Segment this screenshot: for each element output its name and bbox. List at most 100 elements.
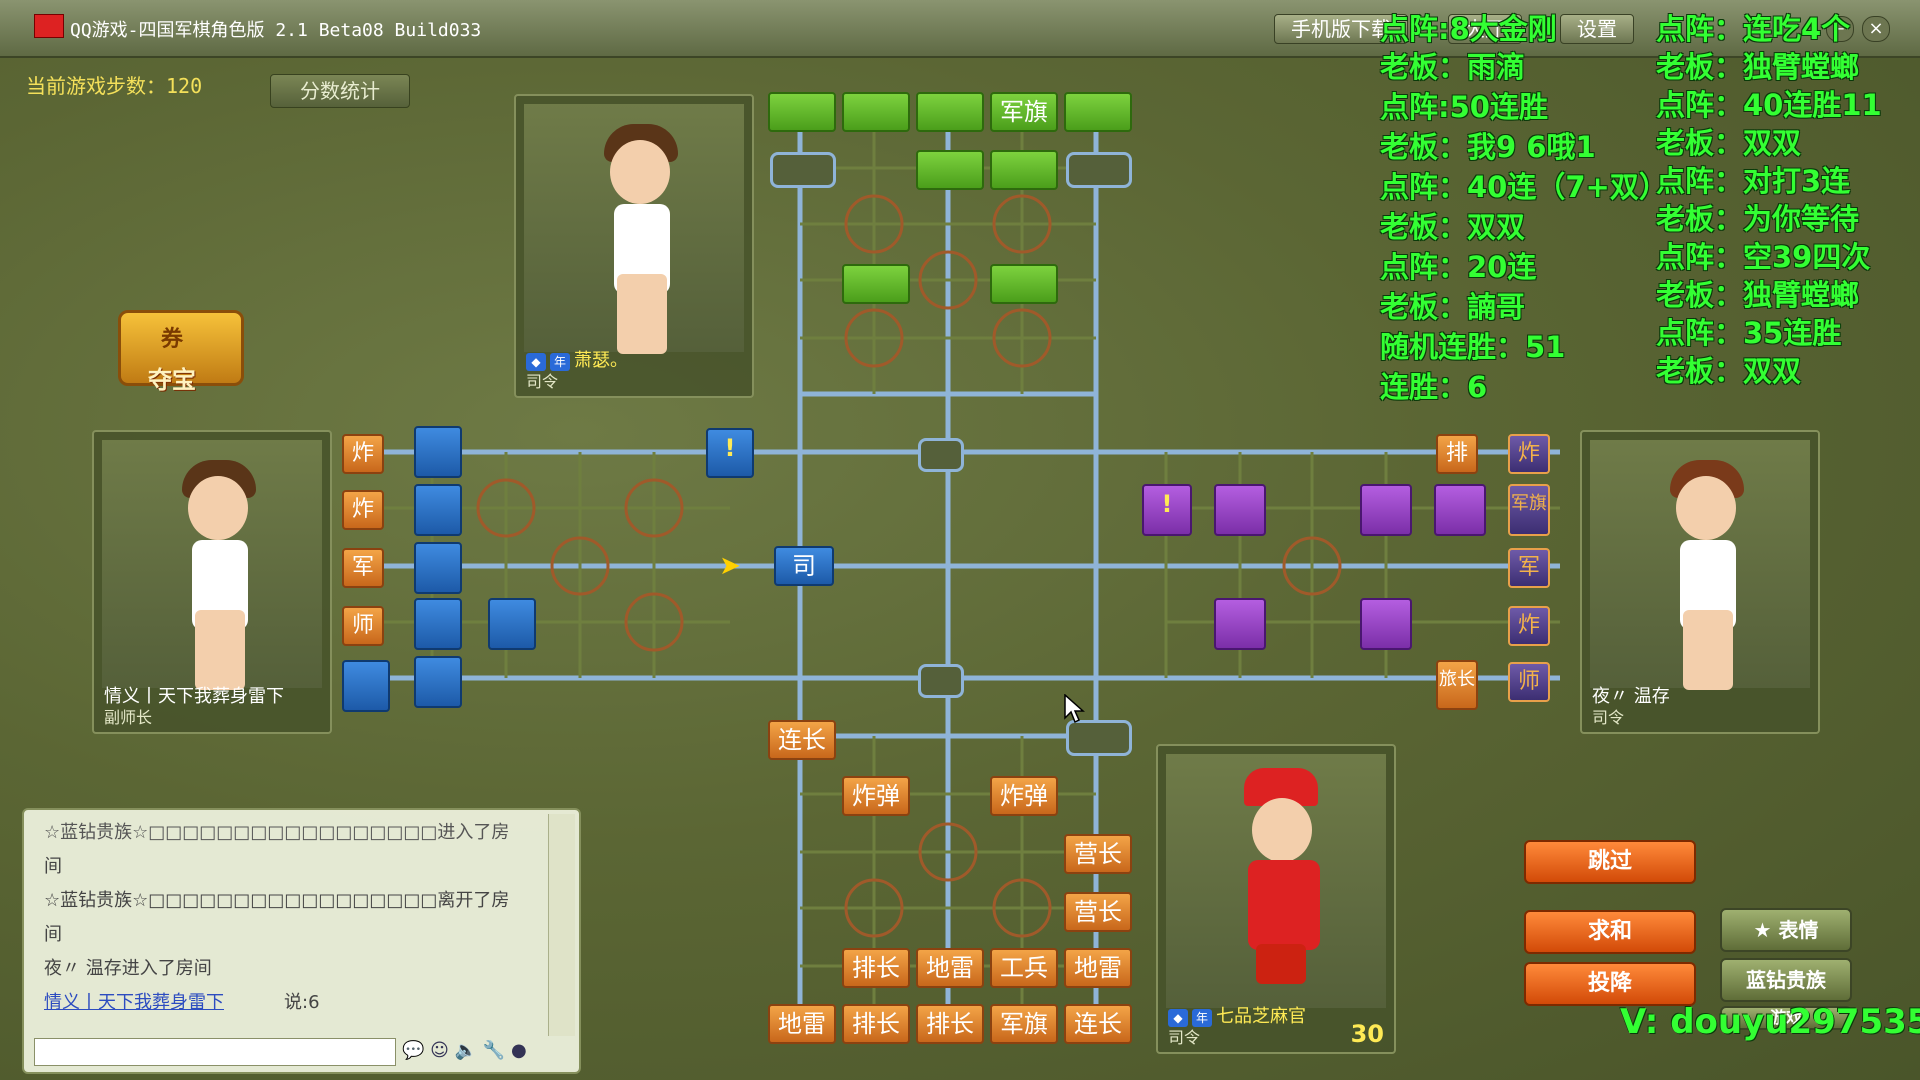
piece-left-revealed[interactable]: 师 <box>342 606 384 646</box>
qq-icon[interactable]: ● <box>511 1040 527 1061</box>
piece-right-purple[interactable] <box>1360 484 1412 536</box>
overlay-line: 老板：雨滴 <box>1380 50 1526 84</box>
game-window: QQ游戏-四国军棋角色版 2.1 Beta08 Build033 手机版下载 大… <box>0 0 1920 1080</box>
chat-input[interactable] <box>34 1038 396 1066</box>
board-slot[interactable] <box>770 152 836 188</box>
piece-right-side[interactable]: 军旗 <box>1508 484 1550 536</box>
piece-top-green[interactable] <box>768 92 836 132</box>
piece-left-blue[interactable] <box>414 426 462 478</box>
move-arrow-icon: ➤ <box>719 551 741 581</box>
chat-line: ☆蓝钻贵族☆□□□□□□□□□□□□□□□□□进入了房 <box>44 822 510 843</box>
piece-bottom[interactable]: 排长 <box>842 1004 910 1044</box>
piece-right-purple[interactable] <box>1360 598 1412 650</box>
piece-right-revealed[interactable]: 旅长 <box>1436 660 1478 710</box>
overlay-line: 点阵：对打3连 <box>1656 164 1851 198</box>
chat-scrollbar[interactable] <box>548 814 575 1036</box>
skip-button[interactable]: 跳过 <box>1524 840 1696 884</box>
overlay-line: 点阵:8大金刚 <box>1380 12 1557 46</box>
piece-left-blue[interactable] <box>414 598 462 650</box>
blue-diamond-button[interactable]: 蓝钻贵族 <box>1720 958 1852 1002</box>
overlay-line: 老板：諵哥 <box>1380 290 1526 324</box>
chat-line: 间 <box>44 924 62 945</box>
piece-top-green[interactable] <box>842 264 910 304</box>
piece-bottom[interactable]: 炸弹 <box>842 776 910 816</box>
emote-label: 表情 <box>1778 918 1819 942</box>
chat-line: 夜〃 温存进入了房间 <box>44 958 212 979</box>
piece-bottom[interactable]: 营长 <box>1064 834 1132 874</box>
overlay-line: 老板：双双 <box>1380 210 1526 244</box>
piece-bottom[interactable]: 连长 <box>768 720 836 760</box>
piece-bottom[interactable]: 炸弹 <box>990 776 1058 816</box>
overlay-line: 老板：为你等待 <box>1656 202 1860 236</box>
overlay-line: 连胜：6 <box>1380 370 1488 404</box>
chat-panel: ☆蓝钻贵族☆□□□□□□□□□□□□□□□□□进入了房 间 ☆蓝钻贵族☆□□□□… <box>22 808 581 1074</box>
piece-right-side[interactable]: 炸 <box>1508 434 1550 474</box>
overlay-line: 点阵：空39四次 <box>1656 240 1871 274</box>
piece-top-green[interactable] <box>990 150 1058 190</box>
overlay-line: 老板：双双 <box>1656 126 1802 160</box>
piece-right-purple[interactable] <box>1214 484 1266 536</box>
chat-line: 间 <box>44 856 62 877</box>
piece-bottom[interactable]: 营长 <box>1064 892 1132 932</box>
piece-bottom[interactable]: 排长 <box>916 1004 984 1044</box>
overlay-line: 老板：独臂螳螂 <box>1656 50 1860 84</box>
piece-bottom[interactable]: 地雷 <box>1064 948 1132 988</box>
overlay-line: 点阵：35连胜 <box>1656 316 1842 350</box>
board-slot[interactable] <box>1066 720 1132 756</box>
piece-right-side[interactable]: 师 <box>1508 662 1550 702</box>
piece-left-blue[interactable] <box>414 656 462 708</box>
stream-watermark: V: douyu297535 <box>1620 1002 1920 1042</box>
draw-button[interactable]: 求和 <box>1524 910 1696 954</box>
overlay-line: 老板：我9 6哦1 <box>1380 130 1596 164</box>
piece-right-side[interactable]: 炸 <box>1508 606 1550 646</box>
overlay-line: 老板：独臂螳螂 <box>1656 278 1860 312</box>
piece-right-purple[interactable] <box>1434 484 1486 536</box>
speaker-icon[interactable]: 🔈 <box>455 1040 477 1061</box>
emoji-icon[interactable]: ☺ <box>430 1040 449 1061</box>
piece-bottom[interactable]: 排长 <box>842 948 910 988</box>
emote-button[interactable]: ★ 表情 <box>1720 908 1852 952</box>
wrench-icon[interactable]: 🔧 <box>483 1040 505 1061</box>
piece-right-marker[interactable]: ! <box>1142 484 1192 536</box>
piece-bottom[interactable]: 地雷 <box>916 948 984 988</box>
piece-bottom[interactable]: 军旗 <box>990 1004 1058 1044</box>
overlay-line: 点阵：连吃4个 <box>1656 12 1851 46</box>
overlay-line: 随机连胜：51 <box>1380 330 1566 364</box>
chat-line: 说:6 <box>284 992 320 1013</box>
piece-left-marker[interactable]: ! <box>706 428 754 478</box>
surrender-button[interactable]: 投降 <box>1524 962 1696 1006</box>
piece-bottom[interactable]: 地雷 <box>768 1004 836 1044</box>
board-slot[interactable] <box>918 438 964 472</box>
piece-bottom[interactable]: 工兵 <box>990 948 1058 988</box>
overlay-line: 点阵：20连 <box>1380 250 1537 284</box>
piece-left-revealed[interactable]: 炸 <box>342 490 384 530</box>
board-slot[interactable] <box>1066 152 1132 188</box>
piece-left-revealed[interactable]: 军 <box>342 548 384 588</box>
overlay-line: 点阵：40连胜11 <box>1656 88 1882 122</box>
star-icon: ★ <box>1753 918 1772 942</box>
piece-left-blue[interactable] <box>488 598 536 650</box>
piece-top-green[interactable] <box>1064 92 1132 132</box>
overlay-line: 点阵：40连（7+双） <box>1380 170 1668 204</box>
piece-top-flag[interactable]: 军旗 <box>990 92 1058 132</box>
piece-center-commander[interactable]: 司 <box>774 546 834 586</box>
overlay-line: 老板：双双 <box>1656 354 1802 388</box>
piece-left-blue[interactable] <box>414 484 462 536</box>
piece-right-purple[interactable] <box>1214 598 1266 650</box>
piece-left-blue[interactable] <box>414 542 462 594</box>
piece-left-revealed[interactable]: 炸 <box>342 434 384 474</box>
board-slot[interactable] <box>918 664 964 698</box>
piece-top-green[interactable] <box>916 150 984 190</box>
piece-top-green[interactable] <box>916 92 984 132</box>
overlay-line: 点阵:50连胜 <box>1380 90 1548 124</box>
chat-sender-link[interactable]: 情义丨天下我葬身雷下 <box>44 988 224 1014</box>
chat-bubble-icon[interactable]: 💬 <box>402 1040 424 1061</box>
chat-line: ☆蓝钻贵族☆□□□□□□□□□□□□□□□□□离开了房 <box>44 890 510 911</box>
piece-top-green[interactable] <box>842 92 910 132</box>
chat-toolbar: 💬 ☺ 🔈 🔧 ● <box>402 1040 527 1066</box>
piece-right-revealed[interactable]: 排 <box>1436 434 1478 474</box>
piece-right-side[interactable]: 军 <box>1508 548 1550 588</box>
piece-top-green[interactable] <box>990 264 1058 304</box>
piece-bottom[interactable]: 连长 <box>1064 1004 1132 1044</box>
piece-left-blue[interactable] <box>342 660 390 712</box>
